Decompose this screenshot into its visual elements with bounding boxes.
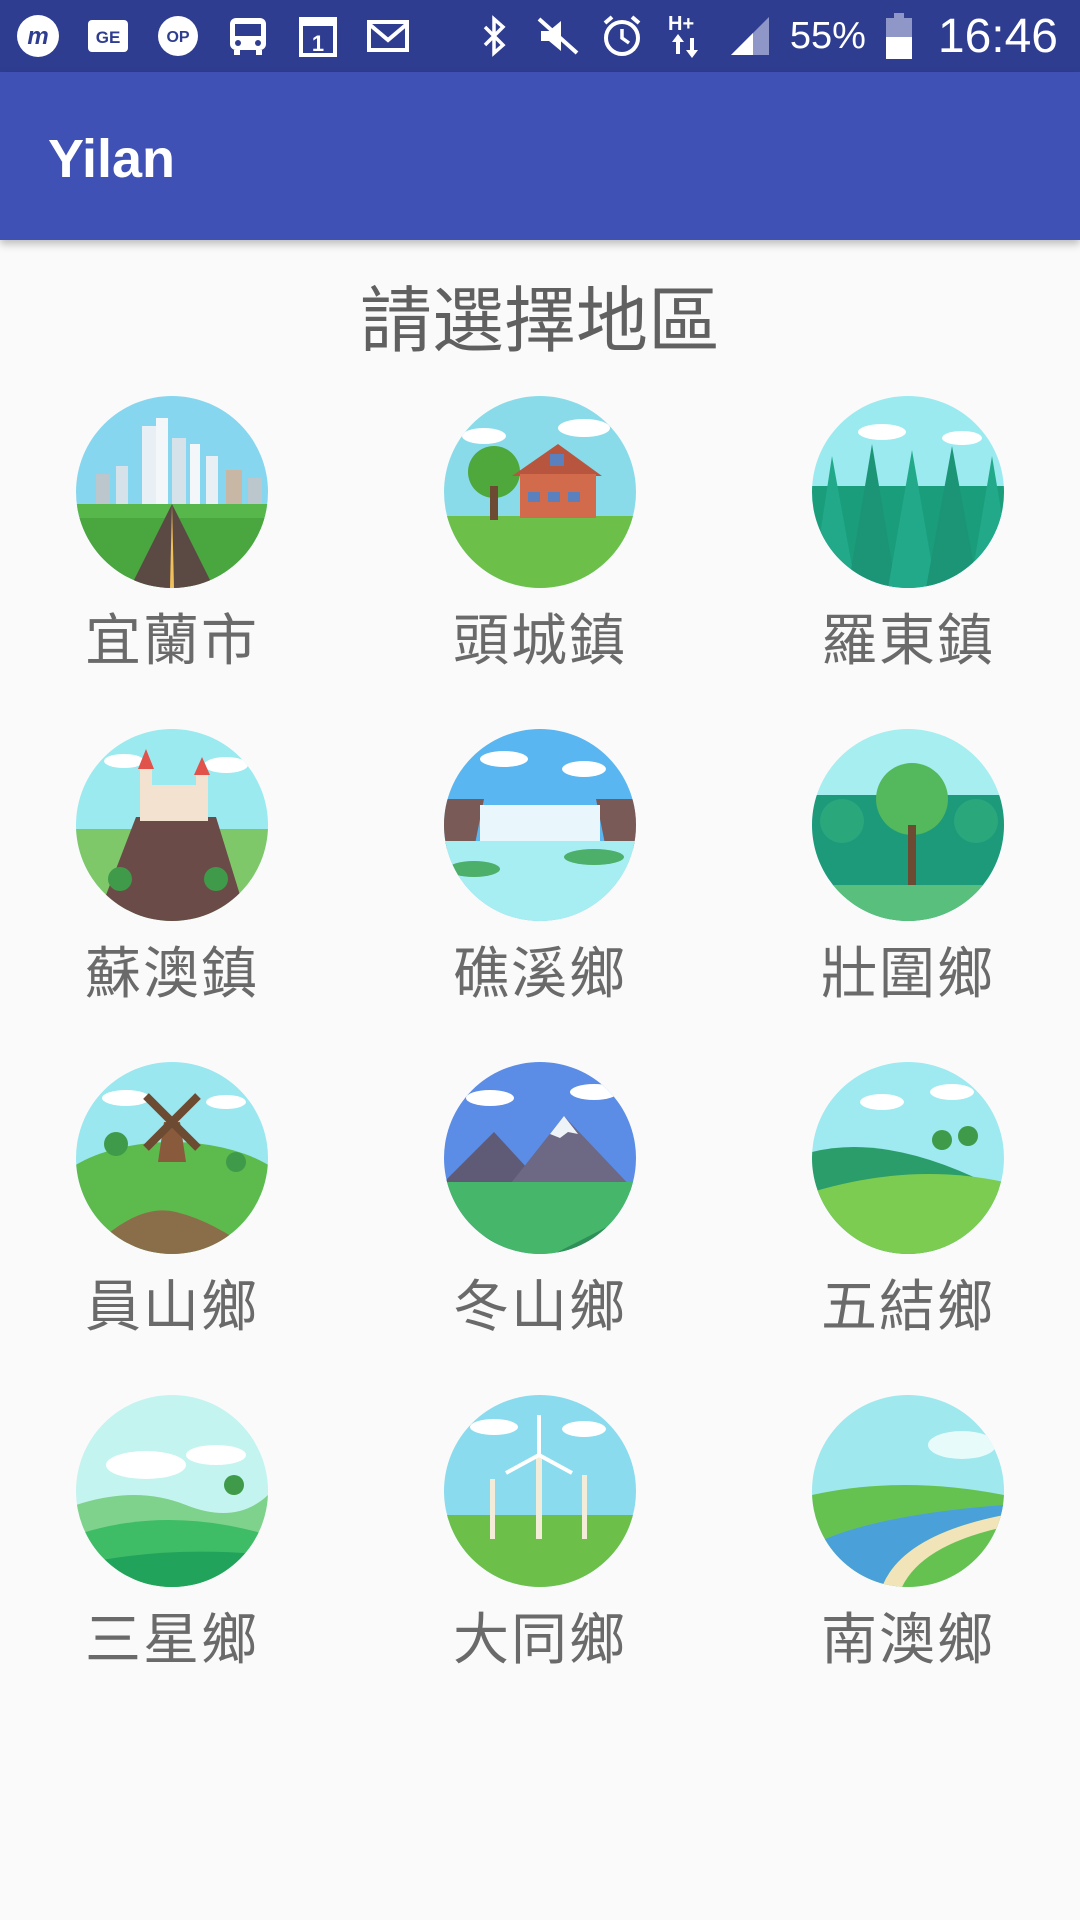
region-label: 五結鄉 (821, 1275, 995, 1340)
region-item[interactable]: 五結鄉 (724, 1062, 1080, 1395)
region-item[interactable]: 羅東鎮 (724, 396, 1080, 729)
region-label: 礁溪鄉 (453, 942, 627, 1007)
region-label: 南澳鄉 (821, 1608, 995, 1673)
region-item[interactable]: 員山鄉 (0, 1062, 356, 1395)
op-icon: OP (154, 12, 202, 60)
region-item[interactable]: 頭城鎮 (356, 396, 724, 729)
castle-icon[interactable] (76, 729, 268, 921)
forest-icon[interactable] (812, 396, 1004, 588)
region-item[interactable]: 大同鄉 (356, 1395, 724, 1728)
house-icon[interactable] (444, 396, 636, 588)
battery-percent: 55% (789, 14, 866, 57)
region-label: 三星鄉 (85, 1608, 259, 1673)
svg-text:m: m (27, 23, 48, 50)
svg-text:OP: OP (166, 29, 189, 46)
region-item[interactable]: 宜蘭市 (0, 396, 356, 729)
calendar-icon: 1 (294, 12, 342, 60)
region-item[interactable]: 壯圍鄉 (724, 729, 1080, 1062)
waterfall-icon[interactable] (444, 729, 636, 921)
region-grid: 宜蘭市 頭城鎮 羅東鎮 蘇澳鎮 礁溪鄉 壯圍鄉 員山鄉 冬山鄉 五結鄉 三星鄉 … (0, 396, 1080, 1728)
hplus-data-icon: H+ (662, 12, 710, 60)
region-label: 冬山鄉 (453, 1275, 627, 1340)
wind-turbines-icon[interactable] (444, 1395, 636, 1587)
clock: 16:46 (937, 9, 1058, 63)
gmail-icon (364, 12, 412, 60)
svg-text:1: 1 (312, 31, 324, 56)
region-item[interactable]: 三星鄉 (0, 1395, 356, 1728)
alarm-icon (598, 12, 646, 60)
mountain-icon[interactable] (444, 1062, 636, 1254)
svg-text:GE: GE (96, 28, 121, 47)
signal-icon (726, 12, 774, 60)
status-bar: m GE OP 1 H+ 55% 16:46 (0, 0, 1080, 72)
region-label: 頭城鎮 (453, 609, 627, 674)
battery-icon (882, 12, 916, 60)
ge-icon: GE (84, 12, 132, 60)
mute-icon (534, 12, 582, 60)
bus-icon (224, 12, 272, 60)
moovit-icon: m (14, 12, 62, 60)
page-heading: 請選擇地區 (359, 279, 720, 363)
windmill-icon[interactable] (76, 1062, 268, 1254)
city-icon[interactable] (76, 396, 268, 588)
region-label: 宜蘭市 (85, 609, 259, 674)
svg-text:H+: H+ (668, 13, 694, 35)
region-label: 大同鄉 (453, 1608, 627, 1673)
meadow-icon[interactable] (812, 1062, 1004, 1254)
region-item[interactable]: 礁溪鄉 (356, 729, 724, 1062)
region-item[interactable]: 南澳鄉 (724, 1395, 1080, 1728)
region-item[interactable]: 蘇澳鎮 (0, 729, 356, 1062)
region-label: 羅東鎮 (821, 609, 995, 674)
hills-icon[interactable] (76, 1395, 268, 1587)
region-label: 壯圍鄉 (821, 942, 995, 1007)
river-icon[interactable] (812, 1395, 1004, 1587)
app-bar: Yilan (0, 72, 1080, 240)
trees-icon[interactable] (812, 729, 1004, 921)
region-item[interactable]: 冬山鄉 (356, 1062, 724, 1395)
region-label: 蘇澳鎮 (85, 942, 259, 1007)
bluetooth-icon (470, 12, 518, 60)
app-title: Yilan (48, 129, 176, 189)
region-label: 員山鄉 (85, 1275, 259, 1340)
